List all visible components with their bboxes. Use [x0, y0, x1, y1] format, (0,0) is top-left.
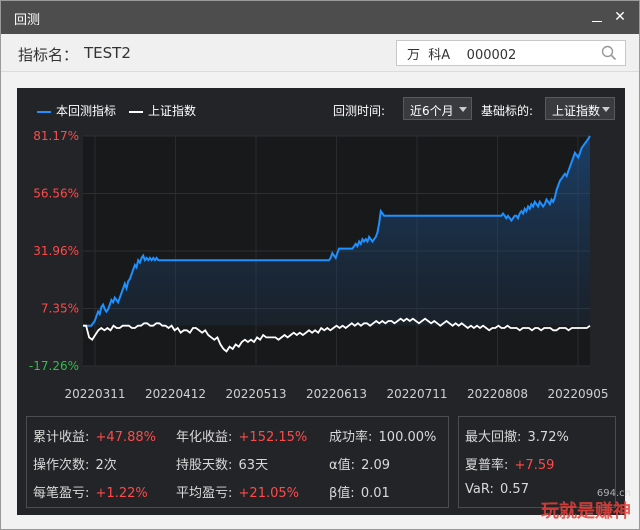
stat-max-drawdown-value: 3.72%	[527, 430, 569, 445]
stat-max-drawdown-label: 最大回撤:	[465, 430, 522, 445]
stat-var-label: VaR:	[465, 482, 494, 497]
stats-box-risk: 最大回撤: 3.72% 夏普率: +7.59 VaR: 0.57	[458, 416, 616, 508]
stat-hold-label: 持股天数:	[176, 458, 233, 473]
backtest-window: 回测 ✕ 指标名： TEST2 本回测指标 上证指数 回测时间: 近6个月 基础…	[0, 0, 640, 530]
stat-beta: β值: 0.01	[329, 482, 390, 501]
stat-avg: 平均盈亏: +21.05%	[176, 482, 299, 501]
y-tick-label: 7.35%	[41, 301, 79, 315]
stat-success-label: 成功率:	[329, 430, 373, 445]
y-tick-label: 81.17%	[33, 129, 79, 143]
indicator-name-bar: 指标名： TEST2	[1, 34, 639, 72]
stat-trades: 操作次数: 2次	[33, 454, 117, 473]
stat-sharpe-value: +7.59	[514, 458, 555, 473]
stat-cumulative-label: 累计收益:	[33, 430, 90, 445]
stat-per-trade-label: 每笔盈亏:	[33, 486, 90, 501]
window-title: 回测	[14, 13, 41, 28]
stat-alpha-label: α值:	[329, 458, 355, 473]
stat-alpha-value: 2.09	[361, 458, 391, 473]
stock-search-box[interactable]	[396, 40, 626, 66]
stat-success: 成功率: 100.00%	[329, 426, 436, 445]
search-icon[interactable]	[601, 45, 617, 61]
x-tick-label: 20220513	[225, 387, 286, 401]
stat-per-trade: 每笔盈亏: +1.22%	[33, 482, 148, 501]
x-tick-label: 20220311	[64, 387, 125, 401]
x-tick-label: 20220711	[386, 387, 447, 401]
stat-cumulative: 累计收益: +47.88%	[33, 426, 156, 445]
stat-avg-label: 平均盈亏:	[176, 486, 233, 501]
x-tick-label: 20220905	[547, 387, 608, 401]
stat-var: VaR: 0.57	[465, 482, 529, 497]
x-tick-label: 20220613	[306, 387, 367, 401]
stat-trades-label: 操作次数:	[33, 458, 90, 473]
stat-beta-label: β值:	[329, 486, 355, 501]
stat-annual-label: 年化收益:	[176, 430, 233, 445]
indicator-name-value: TEST2	[84, 44, 131, 62]
y-tick-label: 31.96%	[33, 244, 79, 258]
stat-var-value: 0.57	[500, 482, 529, 497]
backtest-panel: 本回测指标 上证指数 回测时间: 近6个月 基础标的: 上证指数 81.17% 5…	[17, 88, 625, 515]
title-bar: 回测 ✕	[1, 1, 639, 34]
y-tick-label: -17.26%	[29, 359, 79, 373]
minimize-button[interactable]	[587, 7, 607, 27]
stock-search-input[interactable]	[407, 44, 597, 62]
y-tick-label: 56.56%	[33, 187, 79, 201]
watermark-logo: 玩就是赚神	[541, 501, 631, 522]
stat-cumulative-value: +47.88%	[95, 430, 156, 445]
stat-success-value: 100.00%	[378, 430, 437, 445]
stat-max-drawdown: 最大回撤: 3.72%	[465, 426, 569, 445]
x-tick-label: 20220808	[467, 387, 528, 401]
stats-box-main: 累计收益: +47.88% 年化收益: +152.15% 成功率: 100.00…	[26, 416, 449, 508]
stat-annual-value: +152.15%	[238, 430, 308, 445]
stat-avg-value: +21.05%	[238, 486, 299, 501]
stat-trades-value: 2次	[95, 458, 117, 473]
stat-annual: 年化收益: +152.15%	[176, 426, 307, 445]
stat-per-trade-value: +1.22%	[95, 486, 148, 501]
stat-alpha: α值: 2.09	[329, 454, 390, 473]
stat-hold: 持股天数: 63天	[176, 454, 268, 473]
backtest-chart: 81.17% 56.56% 31.96% 7.35% -17.26% 20220311 20…	[29, 129, 609, 401]
x-tick-label: 20220412	[145, 387, 206, 401]
stat-sharpe: 夏普率: +7.59	[465, 454, 554, 473]
indicator-name-label: 指标名：	[18, 46, 79, 64]
stat-hold-value: 63天	[238, 458, 269, 473]
stat-beta-value: 0.01	[360, 486, 390, 501]
stat-sharpe-label: 夏普率:	[465, 458, 509, 473]
close-button[interactable]: ✕	[610, 7, 630, 27]
